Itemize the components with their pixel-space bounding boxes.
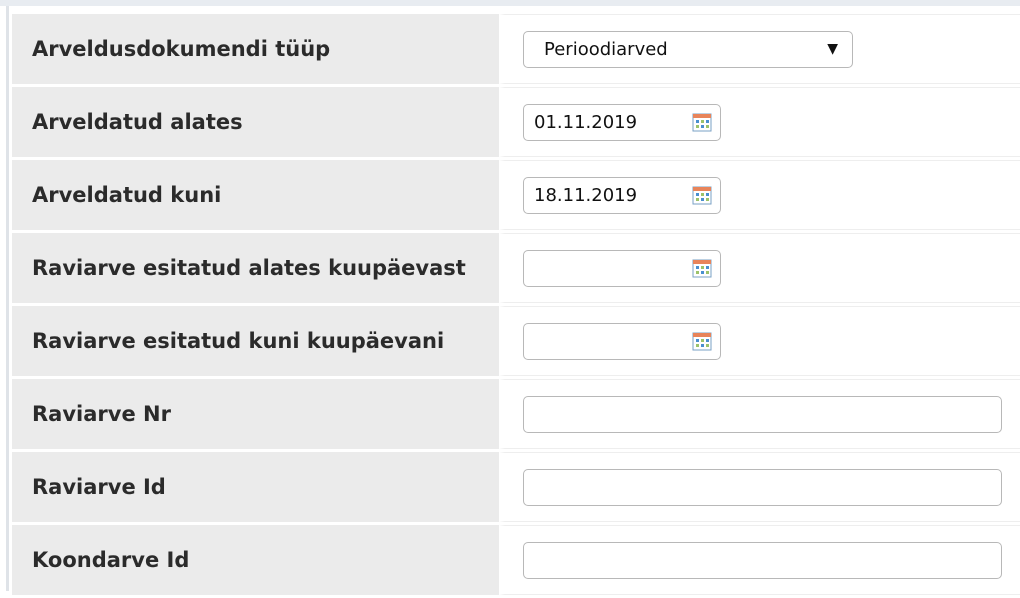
document-type-label: Arveldusdokumendi tüüp — [12, 14, 499, 84]
invoice-id-label: Raviarve Id — [12, 452, 499, 522]
form-row-summary-invoice-id: Koondarve Id — [12, 525, 1020, 595]
search-form: Arveldusdokumendi tüüp Perioodiarved ▼ A… — [12, 11, 1020, 598]
form-row-invoice-id: Raviarve Id — [12, 452, 1020, 522]
invoice-nr-input[interactable] — [523, 395, 1002, 433]
form-row-submitted-from: Raviarve esitatud alates kuupäevast — [12, 233, 1020, 303]
submitted-to-date-field[interactable] — [523, 322, 721, 360]
document-type-selected-value: Perioodiarved — [544, 38, 668, 60]
invoice-id-input[interactable] — [523, 468, 1002, 506]
form-row-document-type: Arveldusdokumendi tüüp Perioodiarved ▼ — [12, 14, 1020, 84]
form-row-submitted-to: Raviarve esitatud kuni kuupäevani — [12, 306, 1020, 376]
calendar-icon[interactable] — [692, 258, 712, 278]
form-row-billed-to: Arveldatud kuni 18.11.2019 — [12, 160, 1020, 230]
submitted-from-label: Raviarve esitatud alates kuupäevast — [12, 233, 499, 303]
calendar-icon[interactable] — [692, 185, 712, 205]
chevron-down-icon[interactable]: ▼ — [827, 41, 838, 57]
billed-to-value: 18.11.2019 — [534, 184, 638, 206]
invoice-nr-label: Raviarve Nr — [12, 379, 499, 449]
billed-from-label: Arveldatud alates — [12, 87, 499, 157]
submitted-from-date-field[interactable] — [523, 249, 721, 287]
calendar-icon[interactable] — [692, 112, 712, 132]
document-type-select[interactable]: Perioodiarved ▼ — [523, 30, 853, 68]
billed-from-value: 01.11.2019 — [534, 111, 638, 133]
frame-left-border — [6, 6, 9, 591]
calendar-icon[interactable] — [692, 331, 712, 351]
form-row-invoice-nr: Raviarve Nr — [12, 379, 1020, 449]
billed-to-date-field[interactable]: 18.11.2019 — [523, 176, 721, 214]
billed-from-date-field[interactable]: 01.11.2019 — [523, 103, 721, 141]
submitted-to-label: Raviarve esitatud kuni kuupäevani — [12, 306, 499, 376]
form-row-billed-from: Arveldatud alates 01.11.2019 — [12, 87, 1020, 157]
summary-invoice-id-label: Koondarve Id — [12, 525, 499, 595]
billed-to-label: Arveldatud kuni — [12, 160, 499, 230]
summary-invoice-id-input[interactable] — [523, 541, 1002, 579]
